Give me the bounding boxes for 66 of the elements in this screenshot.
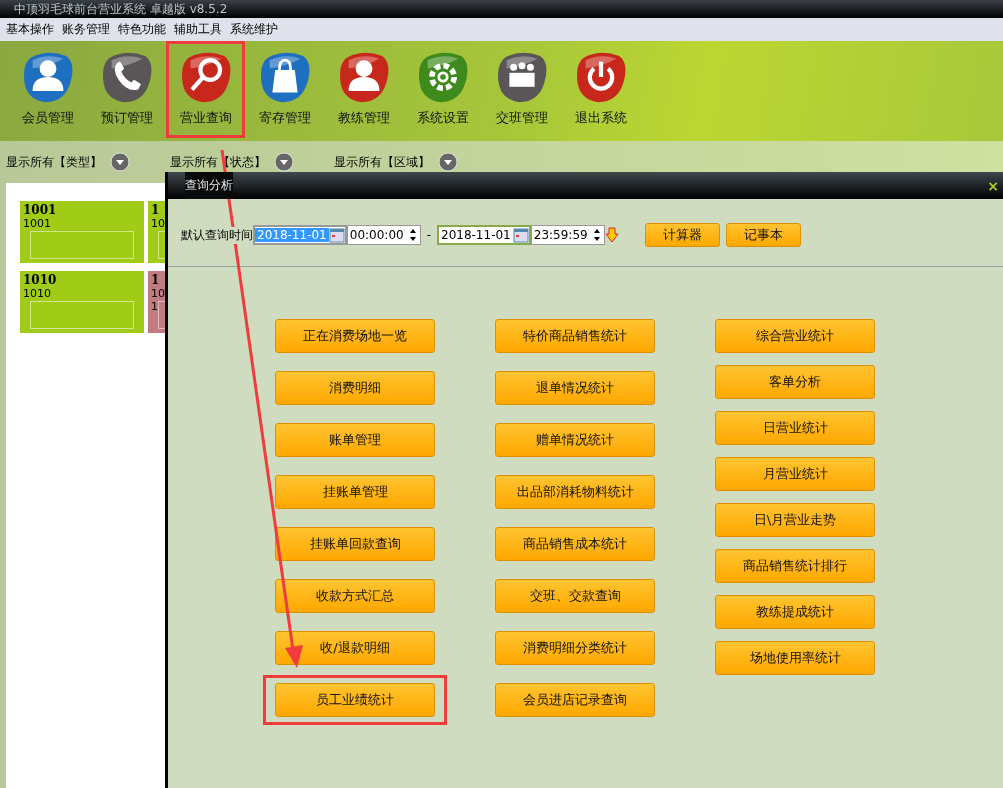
menu-item[interactable]: 账务管理 bbox=[62, 21, 110, 38]
report-button[interactable]: 正在消费场地一览 bbox=[275, 319, 435, 353]
dropdown-icon bbox=[110, 152, 130, 172]
report-button[interactable]: 月营业统计 bbox=[715, 457, 875, 491]
court-info: 1 bbox=[151, 300, 159, 313]
menu-item[interactable]: 辅助工具 bbox=[174, 21, 222, 38]
toolbar-button[interactable]: 寄存管理 bbox=[245, 41, 324, 138]
report-button[interactable]: 特价商品销售统计 bbox=[495, 319, 655, 353]
date-field[interactable]: 2018-11-01 bbox=[437, 225, 531, 245]
dialog-title: 查询分析 bbox=[185, 172, 233, 199]
court-name: 1001 bbox=[23, 217, 52, 230]
report-button[interactable]: 客单分析 bbox=[715, 365, 875, 399]
report-button[interactable]: 挂账单回款查询 bbox=[275, 527, 435, 561]
court-name: 10 bbox=[151, 287, 166, 300]
filter-dropdown[interactable]: 显示所有【区域】 bbox=[334, 152, 458, 172]
court-number: 1001 bbox=[23, 203, 58, 217]
toolbar-button[interactable]: 会员管理 bbox=[8, 41, 87, 138]
report-button[interactable]: 商品销售成本统计 bbox=[495, 527, 655, 561]
filter-dropdown[interactable]: 显示所有【状态】 bbox=[170, 152, 294, 172]
court-number: 1 bbox=[151, 203, 161, 217]
toolbar-button[interactable]: 交班管理 bbox=[482, 41, 561, 138]
report-button[interactable]: 综合营业统计 bbox=[715, 319, 875, 353]
court-number: 1010 bbox=[23, 273, 58, 287]
menu-item[interactable]: 系统维护 bbox=[230, 21, 278, 38]
report-button[interactable]: 日营业统计 bbox=[715, 411, 875, 445]
court-number: 1 bbox=[151, 273, 161, 287]
range-separator: - bbox=[426, 228, 431, 242]
report-button[interactable]: 员工业绩统计 bbox=[275, 683, 435, 717]
close-button[interactable]: × bbox=[983, 172, 1003, 199]
toolbar-button[interactable]: 营业查询 bbox=[166, 41, 245, 138]
report-button[interactable]: 消费明细 bbox=[275, 371, 435, 405]
toolbar-button[interactable]: 系统设置 bbox=[403, 41, 482, 138]
report-button[interactable]: 账单管理 bbox=[275, 423, 435, 457]
report-button[interactable]: 消费明细分类统计 bbox=[495, 631, 655, 665]
court-tile[interactable]: 1010 1010 bbox=[20, 271, 144, 333]
query-label: 默认查询时间 bbox=[181, 226, 253, 244]
court-tile[interactable]: 1001 1001 bbox=[20, 201, 144, 263]
report-button[interactable]: 赠单情况统计 bbox=[495, 423, 655, 457]
time-field[interactable]: 00:00:00 bbox=[346, 225, 421, 245]
court-name: 1010 bbox=[23, 287, 52, 300]
menu-item[interactable]: 基本操作 bbox=[6, 21, 54, 38]
dropdown-icon bbox=[274, 152, 294, 172]
tool-button[interactable]: 计算器 bbox=[644, 223, 720, 247]
report-button[interactable]: 退单情况统计 bbox=[495, 371, 655, 405]
calendar-icon[interactable] bbox=[512, 227, 529, 243]
report-button[interactable]: 场地使用率统计 bbox=[715, 641, 875, 675]
court-name: 10 bbox=[151, 217, 166, 230]
tool-button[interactable]: 记事本 bbox=[725, 223, 801, 247]
report-button[interactable]: 会员进店记录查询 bbox=[495, 683, 655, 717]
report-button[interactable]: 出品部消耗物料统计 bbox=[495, 475, 655, 509]
time-field[interactable]: 23:59:59 bbox=[530, 225, 605, 245]
report-button[interactable]: 收/退款明细 bbox=[275, 631, 435, 665]
toolbar-button[interactable]: 教练管理 bbox=[324, 41, 403, 138]
menu-item[interactable]: 特色功能 bbox=[118, 21, 166, 38]
window-title: 中顶羽毛球前台营业系统 卓越版 v8.5.2 bbox=[0, 0, 1003, 18]
report-button[interactable]: 收款方式汇总 bbox=[275, 579, 435, 613]
calendar-icon[interactable] bbox=[328, 227, 345, 243]
report-button[interactable]: 教练提成统计 bbox=[715, 595, 875, 629]
report-button[interactable]: 挂账单管理 bbox=[275, 475, 435, 509]
report-button[interactable]: 日\月营业走势 bbox=[715, 503, 875, 537]
dropdown-icon bbox=[438, 152, 458, 172]
report-button[interactable]: 商品销售统计排行 bbox=[715, 549, 875, 583]
toolbar-button[interactable]: 预订管理 bbox=[87, 41, 166, 138]
report-button[interactable]: 交班、交款查询 bbox=[495, 579, 655, 613]
filter-dropdown[interactable]: 显示所有【类型】 bbox=[6, 152, 130, 172]
toolbar-button[interactable]: 退出系统 bbox=[561, 41, 640, 138]
